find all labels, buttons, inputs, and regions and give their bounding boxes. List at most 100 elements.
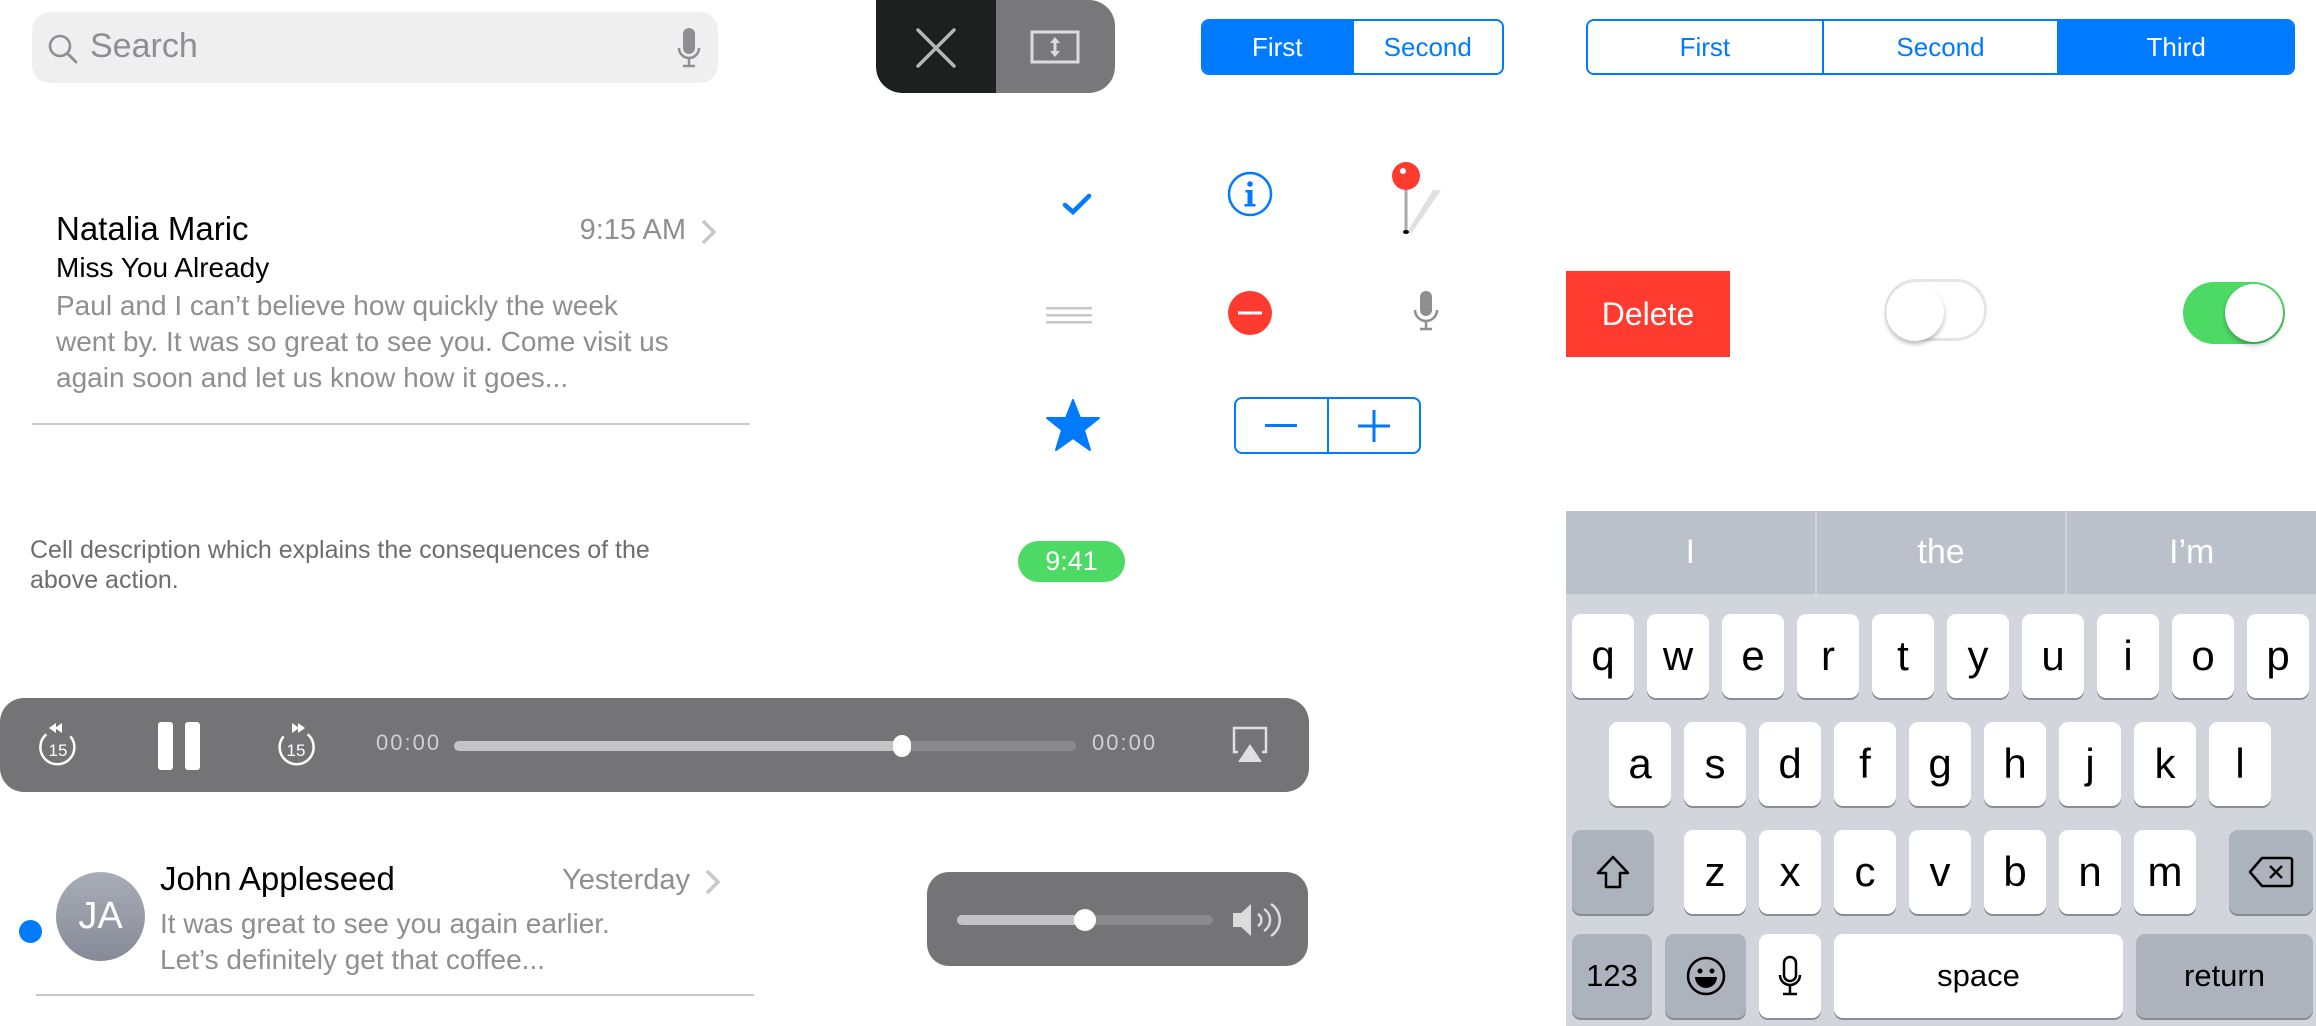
- sender-name: John Appleseed: [160, 860, 395, 897]
- description-line: above action.: [30, 566, 179, 594]
- key-e[interactable]: e: [1722, 614, 1784, 698]
- key-b[interactable]: b: [1984, 830, 2046, 914]
- numbers-key[interactable]: 123: [1572, 934, 1652, 1018]
- map-pin-icon[interactable]: [1385, 160, 1445, 236]
- return-key[interactable]: return: [2136, 934, 2313, 1018]
- skip-forward-15-icon[interactable]: 15: [274, 720, 318, 770]
- remaining-time: 00:00: [1092, 730, 1158, 755]
- preview-line: Paul and I can’t believe how quickly the…: [56, 290, 618, 321]
- key-i[interactable]: i: [2097, 614, 2159, 698]
- key-l[interactable]: l: [2209, 722, 2271, 806]
- shift-icon: [1596, 855, 1630, 889]
- description-line: Cell description which explains the cons…: [30, 536, 650, 564]
- suggestion-item[interactable]: I’m: [2065, 511, 2316, 594]
- decrement-button[interactable]: [1236, 399, 1327, 452]
- segment-first[interactable]: First: [1588, 21, 1822, 73]
- dictation-key[interactable]: [1759, 934, 1821, 1018]
- key-v[interactable]: v: [1909, 830, 1971, 914]
- key-y[interactable]: y: [1947, 614, 2009, 698]
- aspect-fill-button[interactable]: [996, 0, 1115, 93]
- avatar: JA: [56, 872, 145, 961]
- key-t[interactable]: t: [1872, 614, 1934, 698]
- key-g[interactable]: g: [1909, 722, 1971, 806]
- key-w[interactable]: w: [1647, 614, 1709, 698]
- close-icon: [916, 28, 956, 68]
- key-q[interactable]: q: [1572, 614, 1634, 698]
- volume-slider[interactable]: [957, 909, 1213, 931]
- backspace-icon: [2248, 856, 2294, 888]
- svg-text:15: 15: [287, 741, 306, 760]
- suggestion-item[interactable]: I: [1566, 511, 1815, 594]
- close-button[interactable]: [876, 0, 996, 93]
- airplay-icon[interactable]: [1230, 724, 1270, 764]
- key-k[interactable]: k: [2134, 722, 2196, 806]
- cell-description: Cell description which explains the cons…: [30, 535, 750, 595]
- message-preview: It was great to see you again earlier. L…: [160, 906, 610, 978]
- segment-first[interactable]: First: [1203, 21, 1352, 73]
- key-o[interactable]: o: [2172, 614, 2234, 698]
- search-input[interactable]: Search: [90, 27, 198, 66]
- increment-button[interactable]: [1326, 399, 1420, 452]
- segment-second[interactable]: Second: [1821, 21, 2058, 73]
- cell-separator: [32, 423, 750, 425]
- key-z[interactable]: z: [1684, 830, 1746, 914]
- message-cell[interactable]: JA John Appleseed Yesterday It was great…: [0, 860, 760, 1000]
- segment-second[interactable]: Second: [1351, 21, 1502, 73]
- segmented-control-three: First Second Third: [1586, 19, 2295, 75]
- scrubber-thumb[interactable]: [892, 735, 911, 757]
- unread-indicator: [19, 920, 42, 943]
- segmented-control-two: First Second: [1201, 19, 1504, 75]
- key-s[interactable]: s: [1684, 722, 1746, 806]
- key-u[interactable]: u: [2022, 614, 2084, 698]
- time-badge: 9:41: [1018, 541, 1125, 582]
- segment-third[interactable]: Third: [2057, 21, 2293, 73]
- scrubber-track[interactable]: [454, 735, 1076, 757]
- space-key[interactable]: space: [1834, 934, 2123, 1018]
- key-h[interactable]: h: [1984, 722, 2046, 806]
- star-icon[interactable]: [1045, 398, 1101, 452]
- microphone-icon: [1778, 955, 1802, 996]
- emoji-key[interactable]: [1665, 934, 1746, 1018]
- search-bar[interactable]: Search: [32, 12, 718, 83]
- key-c[interactable]: c: [1834, 830, 1896, 914]
- volume-control: [927, 872, 1308, 966]
- key-f[interactable]: f: [1834, 722, 1896, 806]
- backspace-key[interactable]: [2229, 830, 2313, 914]
- search-icon: [48, 34, 78, 64]
- pause-button[interactable]: [158, 722, 200, 770]
- delete-circle-icon[interactable]: [1226, 289, 1274, 337]
- plus-icon: [1357, 409, 1390, 442]
- emoji-icon: [1686, 956, 1725, 996]
- video-controls: [876, 0, 1115, 93]
- skip-back-15-icon[interactable]: 15: [36, 720, 80, 770]
- key-r[interactable]: r: [1797, 614, 1859, 698]
- info-icon[interactable]: [1227, 171, 1273, 217]
- svg-text:15: 15: [49, 741, 68, 760]
- key-m[interactable]: m: [2134, 830, 2196, 914]
- message-time: Yesterday: [562, 864, 690, 896]
- key-x[interactable]: x: [1759, 830, 1821, 914]
- microphone-icon[interactable]: [1413, 290, 1439, 332]
- minus-icon: [1265, 423, 1298, 427]
- microphone-icon[interactable]: [676, 26, 702, 70]
- key-j[interactable]: j: [2059, 722, 2121, 806]
- key-n[interactable]: n: [2059, 830, 2121, 914]
- reorder-icon[interactable]: [1046, 305, 1092, 325]
- toggle-switch-off[interactable]: [1885, 279, 1987, 341]
- mail-preview: Paul and I can’t believe how quickly the…: [56, 288, 732, 396]
- checkmark-icon: [1062, 193, 1092, 216]
- chevron-right-icon: [701, 219, 717, 245]
- preview-line: Let’s definitely get that coffee...: [160, 944, 545, 975]
- delete-button[interactable]: Delete: [1566, 271, 1730, 357]
- key-a[interactable]: a: [1609, 722, 1671, 806]
- shift-key[interactable]: [1572, 830, 1654, 914]
- toggle-switch-on[interactable]: [2183, 282, 2285, 344]
- keyboard: I the I’m qwertyuiop asdfghjkl zxcvbnm 123: [1566, 511, 2316, 1026]
- mail-cell[interactable]: Natalia Maric 9:15 AM Miss You Already P…: [56, 210, 732, 396]
- suggestion-item[interactable]: the: [1814, 511, 2066, 594]
- aspect-fill-icon: [1030, 30, 1080, 64]
- volume-fill: [957, 915, 1085, 925]
- volume-thumb[interactable]: [1074, 909, 1096, 931]
- key-d[interactable]: d: [1759, 722, 1821, 806]
- key-p[interactable]: p: [2247, 614, 2309, 698]
